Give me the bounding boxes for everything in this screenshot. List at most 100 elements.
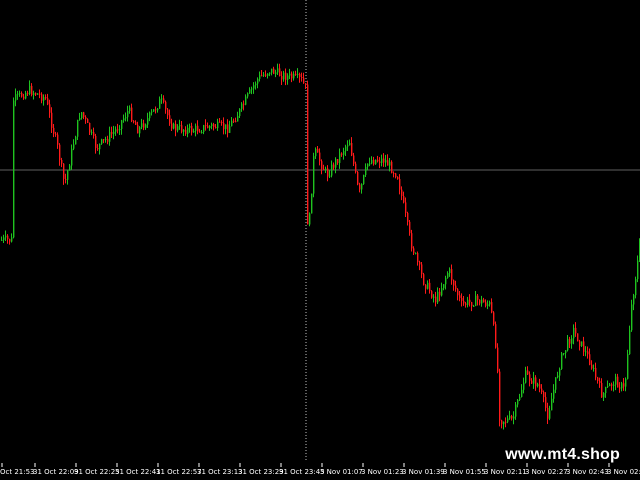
candle-body: [253, 85, 255, 89]
candle-body: [427, 282, 429, 289]
x-axis-tick-label: 3 Nov 02:11: [484, 468, 527, 476]
candle-body: [525, 370, 527, 383]
candle-body: [277, 68, 279, 73]
candle-body: [457, 289, 459, 296]
candle-body: [207, 125, 209, 129]
candle-body: [589, 354, 591, 365]
candle-body: [257, 78, 259, 84]
x-axis-tick-label: 31 Oct 22:41: [115, 468, 161, 476]
candle-body: [409, 221, 411, 234]
candle-body: [381, 158, 383, 163]
candle-body: [389, 161, 391, 166]
candle-body: [499, 371, 501, 421]
candle-body: [43, 97, 45, 101]
candle-body: [127, 111, 129, 118]
candle-body: [255, 83, 257, 86]
price-chart-area[interactable]: Oct 21:53 31 Oct 22:09 31 Oct 22:25 31 Oct …: [0, 0, 640, 480]
candle-body: [195, 125, 197, 131]
candle-body: [191, 125, 193, 133]
candle-body: [301, 77, 303, 79]
candle-body: [39, 93, 41, 95]
candle-body: [595, 367, 597, 378]
candle-body: [343, 151, 345, 155]
candle-body: [583, 341, 585, 352]
x-axis-tick-label: 3 Nov 01:39: [402, 468, 445, 476]
candle-body: [29, 85, 31, 94]
candle-body: [443, 284, 445, 289]
candle-body: [37, 93, 39, 95]
candle-body: [19, 93, 21, 95]
candle-body: [445, 277, 447, 285]
candle-body: [109, 132, 111, 142]
x-axis-tick-label: 31 Oct 23:45: [279, 468, 325, 476]
candlestick-chart[interactable]: Oct 21:5331 Oct 22:0931 Oct 22:2531 Oct …: [0, 0, 640, 480]
candle-body: [149, 112, 151, 119]
candle-body: [551, 398, 553, 411]
candle-body: [179, 125, 181, 127]
candle-body: [83, 112, 85, 118]
candle-body: [373, 160, 375, 165]
candle-body: [397, 177, 399, 180]
candle-body: [311, 193, 313, 214]
candle-body: [57, 134, 59, 145]
candle-body: [405, 202, 407, 213]
candle-body: [465, 303, 467, 305]
candle-body: [347, 145, 349, 147]
candle-body: [431, 291, 433, 298]
candle-body: [219, 121, 221, 123]
candle-body: [321, 161, 323, 169]
candle-body: [467, 299, 469, 305]
candle-body: [61, 160, 63, 164]
candle-body: [613, 384, 615, 386]
candle-body: [371, 160, 373, 164]
candle-body: [581, 341, 583, 346]
candle-body: [531, 380, 533, 384]
candle-body: [621, 383, 623, 389]
candle-body: [363, 174, 365, 184]
candle-body: [223, 123, 225, 130]
candle-body: [319, 152, 321, 162]
candle-body: [51, 112, 53, 128]
candle-body: [299, 74, 301, 78]
candle-body: [103, 139, 105, 141]
candle-body: [333, 164, 335, 168]
candle-body: [27, 92, 29, 94]
candle-body: [115, 129, 117, 132]
candle-body: [351, 143, 353, 156]
candle-body: [413, 248, 415, 254]
x-axis-tick-label: 3 Nov 02:27: [525, 468, 568, 476]
candle-body: [541, 388, 543, 393]
candle-body: [633, 295, 635, 305]
candle-body: [423, 274, 425, 285]
x-axis-tick-label: 31 Oct 22:25: [74, 468, 120, 476]
candle-body: [441, 288, 443, 296]
candle-body: [137, 124, 139, 134]
candle-body: [411, 233, 413, 249]
candle-body: [285, 72, 287, 80]
candle-body: [377, 159, 379, 162]
candle-body: [267, 73, 269, 76]
candle-body: [69, 165, 71, 171]
candle-body: [349, 143, 351, 146]
candle-body: [631, 304, 633, 331]
candle-body: [317, 148, 319, 153]
candle-body: [5, 235, 7, 238]
candle-body: [563, 353, 565, 355]
candle-body: [611, 384, 613, 386]
candle-body: [49, 104, 51, 113]
candle-body: [609, 384, 611, 387]
x-axis-tick-label: 3 Nov 01:23: [361, 468, 404, 476]
x-axis-tick-label: 3 Nov 02:5: [607, 468, 640, 476]
candle-body: [193, 130, 195, 133]
candle-body: [603, 393, 605, 398]
candle-body: [25, 92, 27, 99]
candle-body: [345, 146, 347, 152]
candle-body: [197, 125, 199, 132]
x-axis-tick-label: Oct 21:53: [0, 468, 35, 476]
candle-body: [387, 160, 389, 166]
candle-body: [573, 327, 575, 339]
candle-body: [593, 367, 595, 369]
candle-body: [527, 370, 529, 375]
candle-body: [289, 73, 291, 76]
candle-body: [533, 377, 535, 384]
